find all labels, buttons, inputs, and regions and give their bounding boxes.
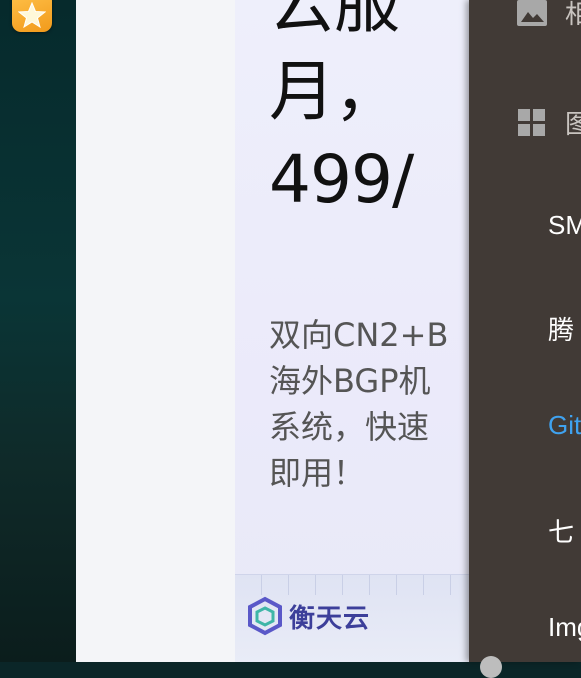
drawer-item-label: Img — [548, 612, 581, 642]
drawer-item-label: SM — [548, 210, 581, 240]
ad-title: 云服 月， 499/ — [269, 0, 414, 218]
drawer-item-label: 腾 — [548, 315, 575, 345]
drawer-item-tencent[interactable]: 腾 — [469, 308, 581, 348]
drawer-item-label: 七 — [548, 517, 575, 547]
drawer-item-label: 相 — [565, 0, 581, 29]
ad-description: 双向CN2+B 海外BGP机 系统，快速 即用！ — [269, 316, 449, 492]
drawer-item-album[interactable]: 相 — [469, 0, 581, 32]
cube-logo-icon — [248, 596, 282, 636]
brand-logo: 衡天云 — [245, 596, 370, 636]
app-launcher-icon[interactable] — [12, 0, 52, 32]
image-icon — [517, 0, 547, 26]
page-background — [76, 0, 236, 662]
brand-name: 衡天云 — [289, 603, 371, 634]
drawer-item-sm[interactable]: SM — [469, 208, 581, 248]
navigation-drawer: 相 图 SM 腾 Git 七 Img — [469, 0, 581, 662]
drawer-item-label: Git — [548, 410, 581, 440]
ad-banner[interactable]: 云服 月， 499/ 双向CN2+B 海外BGP机 系统，快速 即用！ 衡天云 — [235, 0, 469, 662]
drawer-item-github[interactable]: Git — [469, 408, 581, 448]
drawer-item-label: 图 — [565, 109, 581, 139]
drawer-item-img[interactable]: Img — [469, 610, 581, 650]
star-icon — [18, 2, 46, 28]
drawer-item-qiniu[interactable]: 七 — [469, 510, 581, 550]
drawer-item-gallery[interactable]: 图 — [469, 102, 581, 142]
grid-icon — [518, 109, 545, 136]
desktop-background — [0, 0, 76, 662]
settings-toggle-icon[interactable] — [480, 656, 502, 678]
